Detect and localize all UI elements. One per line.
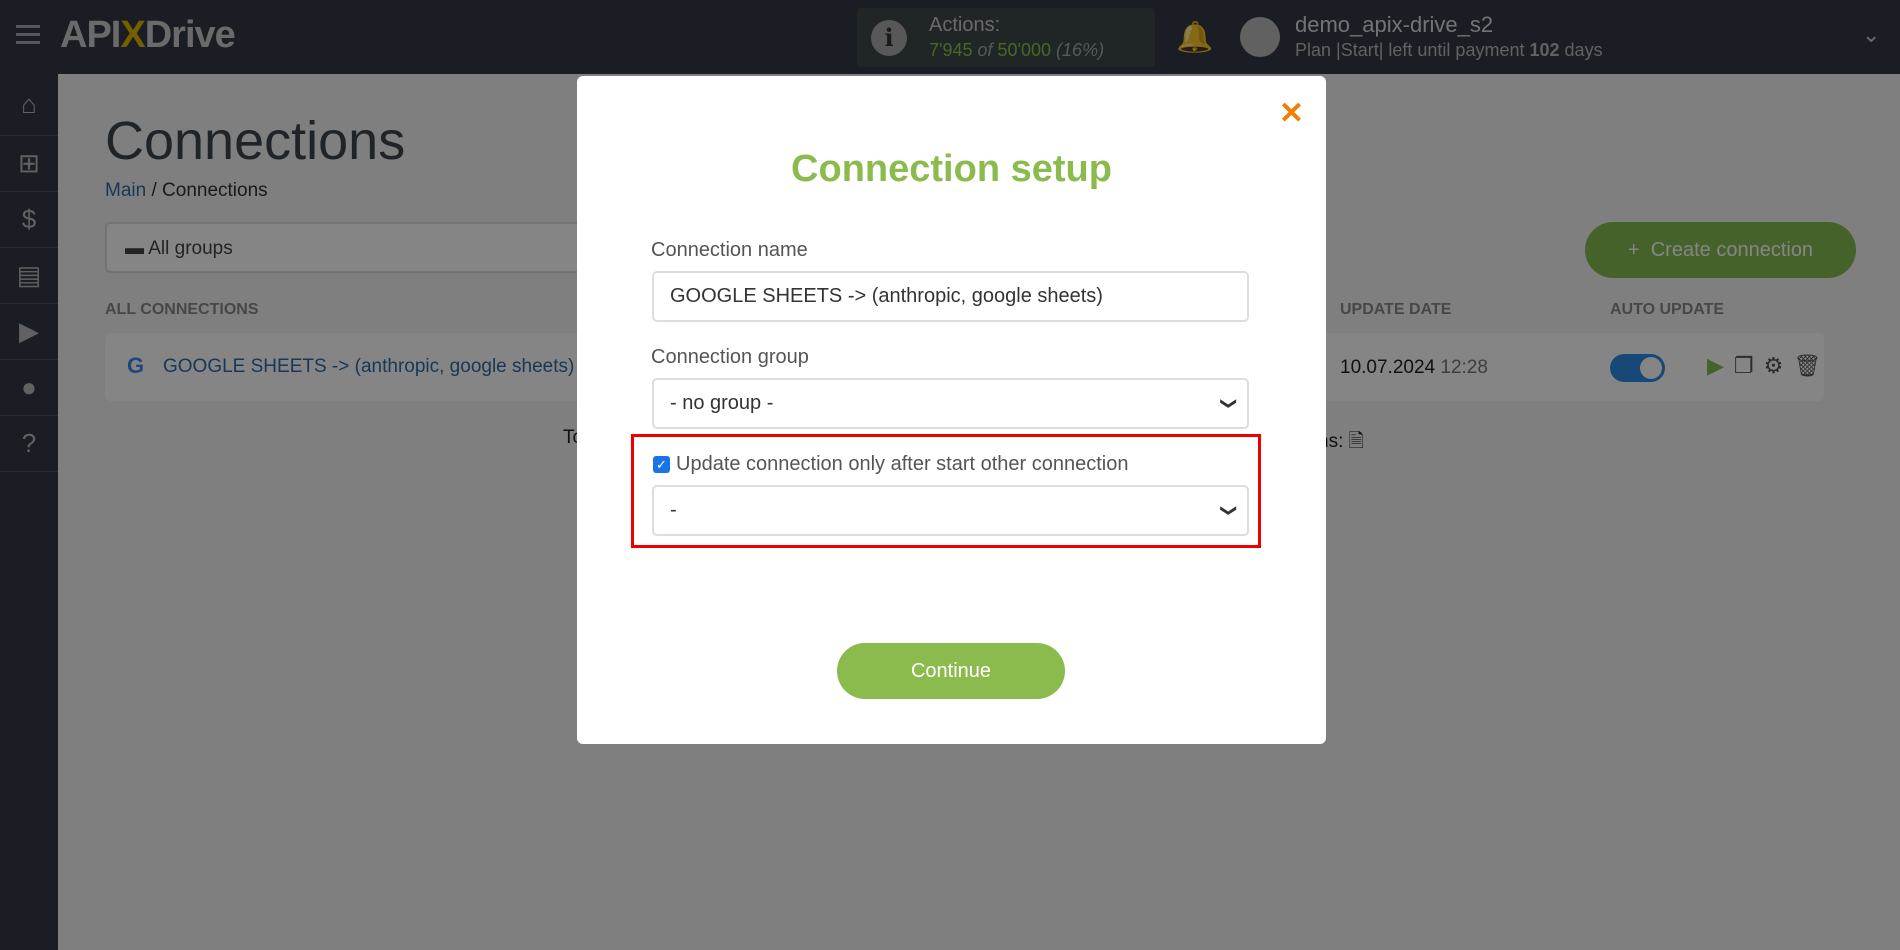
group-value: - no group - (670, 392, 774, 414)
connection-group-select[interactable]: - no group - ❯ (652, 378, 1249, 429)
continue-button[interactable]: Continue (837, 643, 1065, 699)
checkbox-label: Update connection only after start other… (676, 453, 1129, 475)
trigger-value: - (670, 499, 677, 521)
connection-name-label: Connection name (651, 239, 808, 261)
checkbox-checked[interactable]: ✓ (653, 456, 670, 473)
trigger-connection-select[interactable]: - ❯ (652, 485, 1249, 536)
connection-group-label: Connection group (651, 346, 809, 368)
chevron-down-icon: ❯ (1219, 396, 1237, 411)
connection-name-value: GOOGLE SHEETS -> (anthropic, google shee… (670, 285, 1103, 307)
chevron-down-icon: ❯ (1219, 503, 1237, 518)
connection-name-input[interactable]: GOOGLE SHEETS -> (anthropic, google shee… (652, 271, 1249, 322)
close-icon[interactable]: ✕ (1279, 96, 1304, 131)
update-after-checkbox-row[interactable]: ✓ Update connection only after start othe… (653, 453, 1129, 476)
connection-setup-modal: ✕ Connection setup Connection name GOOGL… (577, 76, 1326, 744)
modal-title: Connection setup (791, 148, 1112, 190)
